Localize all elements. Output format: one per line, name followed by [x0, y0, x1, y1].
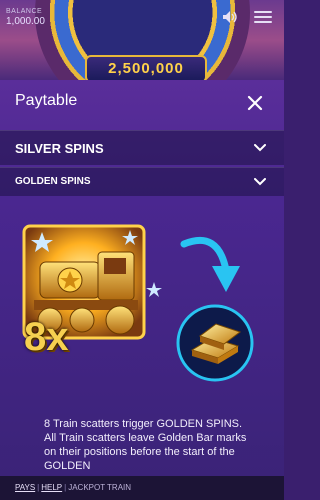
modal-title: Paytable — [15, 92, 78, 109]
separator: | — [64, 483, 67, 492]
modal-header: Paytable — [0, 80, 284, 124]
golden-spins-content: 8x 8 Train scatters trigger GOLDEN SPINS… — [0, 192, 284, 476]
wheel-value: 2,500,000 — [85, 55, 207, 80]
footer-bar: PAYS | HELP | JACKPOT TRAIN — [0, 476, 284, 500]
menu-icon[interactable] — [254, 11, 272, 23]
section-label: GOLDEN SPINS — [15, 176, 91, 187]
help-link[interactable]: HELP — [41, 483, 62, 492]
multiplier-label: 8x — [24, 315, 69, 359]
close-icon[interactable] — [245, 93, 265, 113]
balance-block: BALANCE 1,000.00 — [6, 8, 45, 27]
game-name: JACKPOT TRAIN — [68, 483, 132, 492]
chevron-down-icon — [254, 178, 266, 186]
section-label: SILVER SPINS — [15, 141, 104, 156]
balance-label: BALANCE — [6, 8, 43, 15]
separator: | — [37, 483, 40, 492]
chevron-down-icon — [254, 144, 266, 152]
paytable-modal: Paytable SILVER SPINS GOLDEN SPINS 8x 8 … — [0, 80, 284, 476]
gold-bar-icon — [176, 304, 254, 382]
arrow-icon — [180, 236, 240, 292]
description-text: 8 Train scatters trigger GOLDEN SPINS. A… — [44, 418, 247, 472]
section-silver-spins[interactable]: SILVER SPINS — [0, 130, 284, 165]
balance-value: 1,000.00 — [6, 16, 45, 27]
pays-link[interactable]: PAYS — [15, 483, 35, 492]
speaker-icon[interactable] — [222, 10, 238, 24]
game-background: 2,500,000 BALANCE 1,000.00 — [0, 0, 284, 80]
